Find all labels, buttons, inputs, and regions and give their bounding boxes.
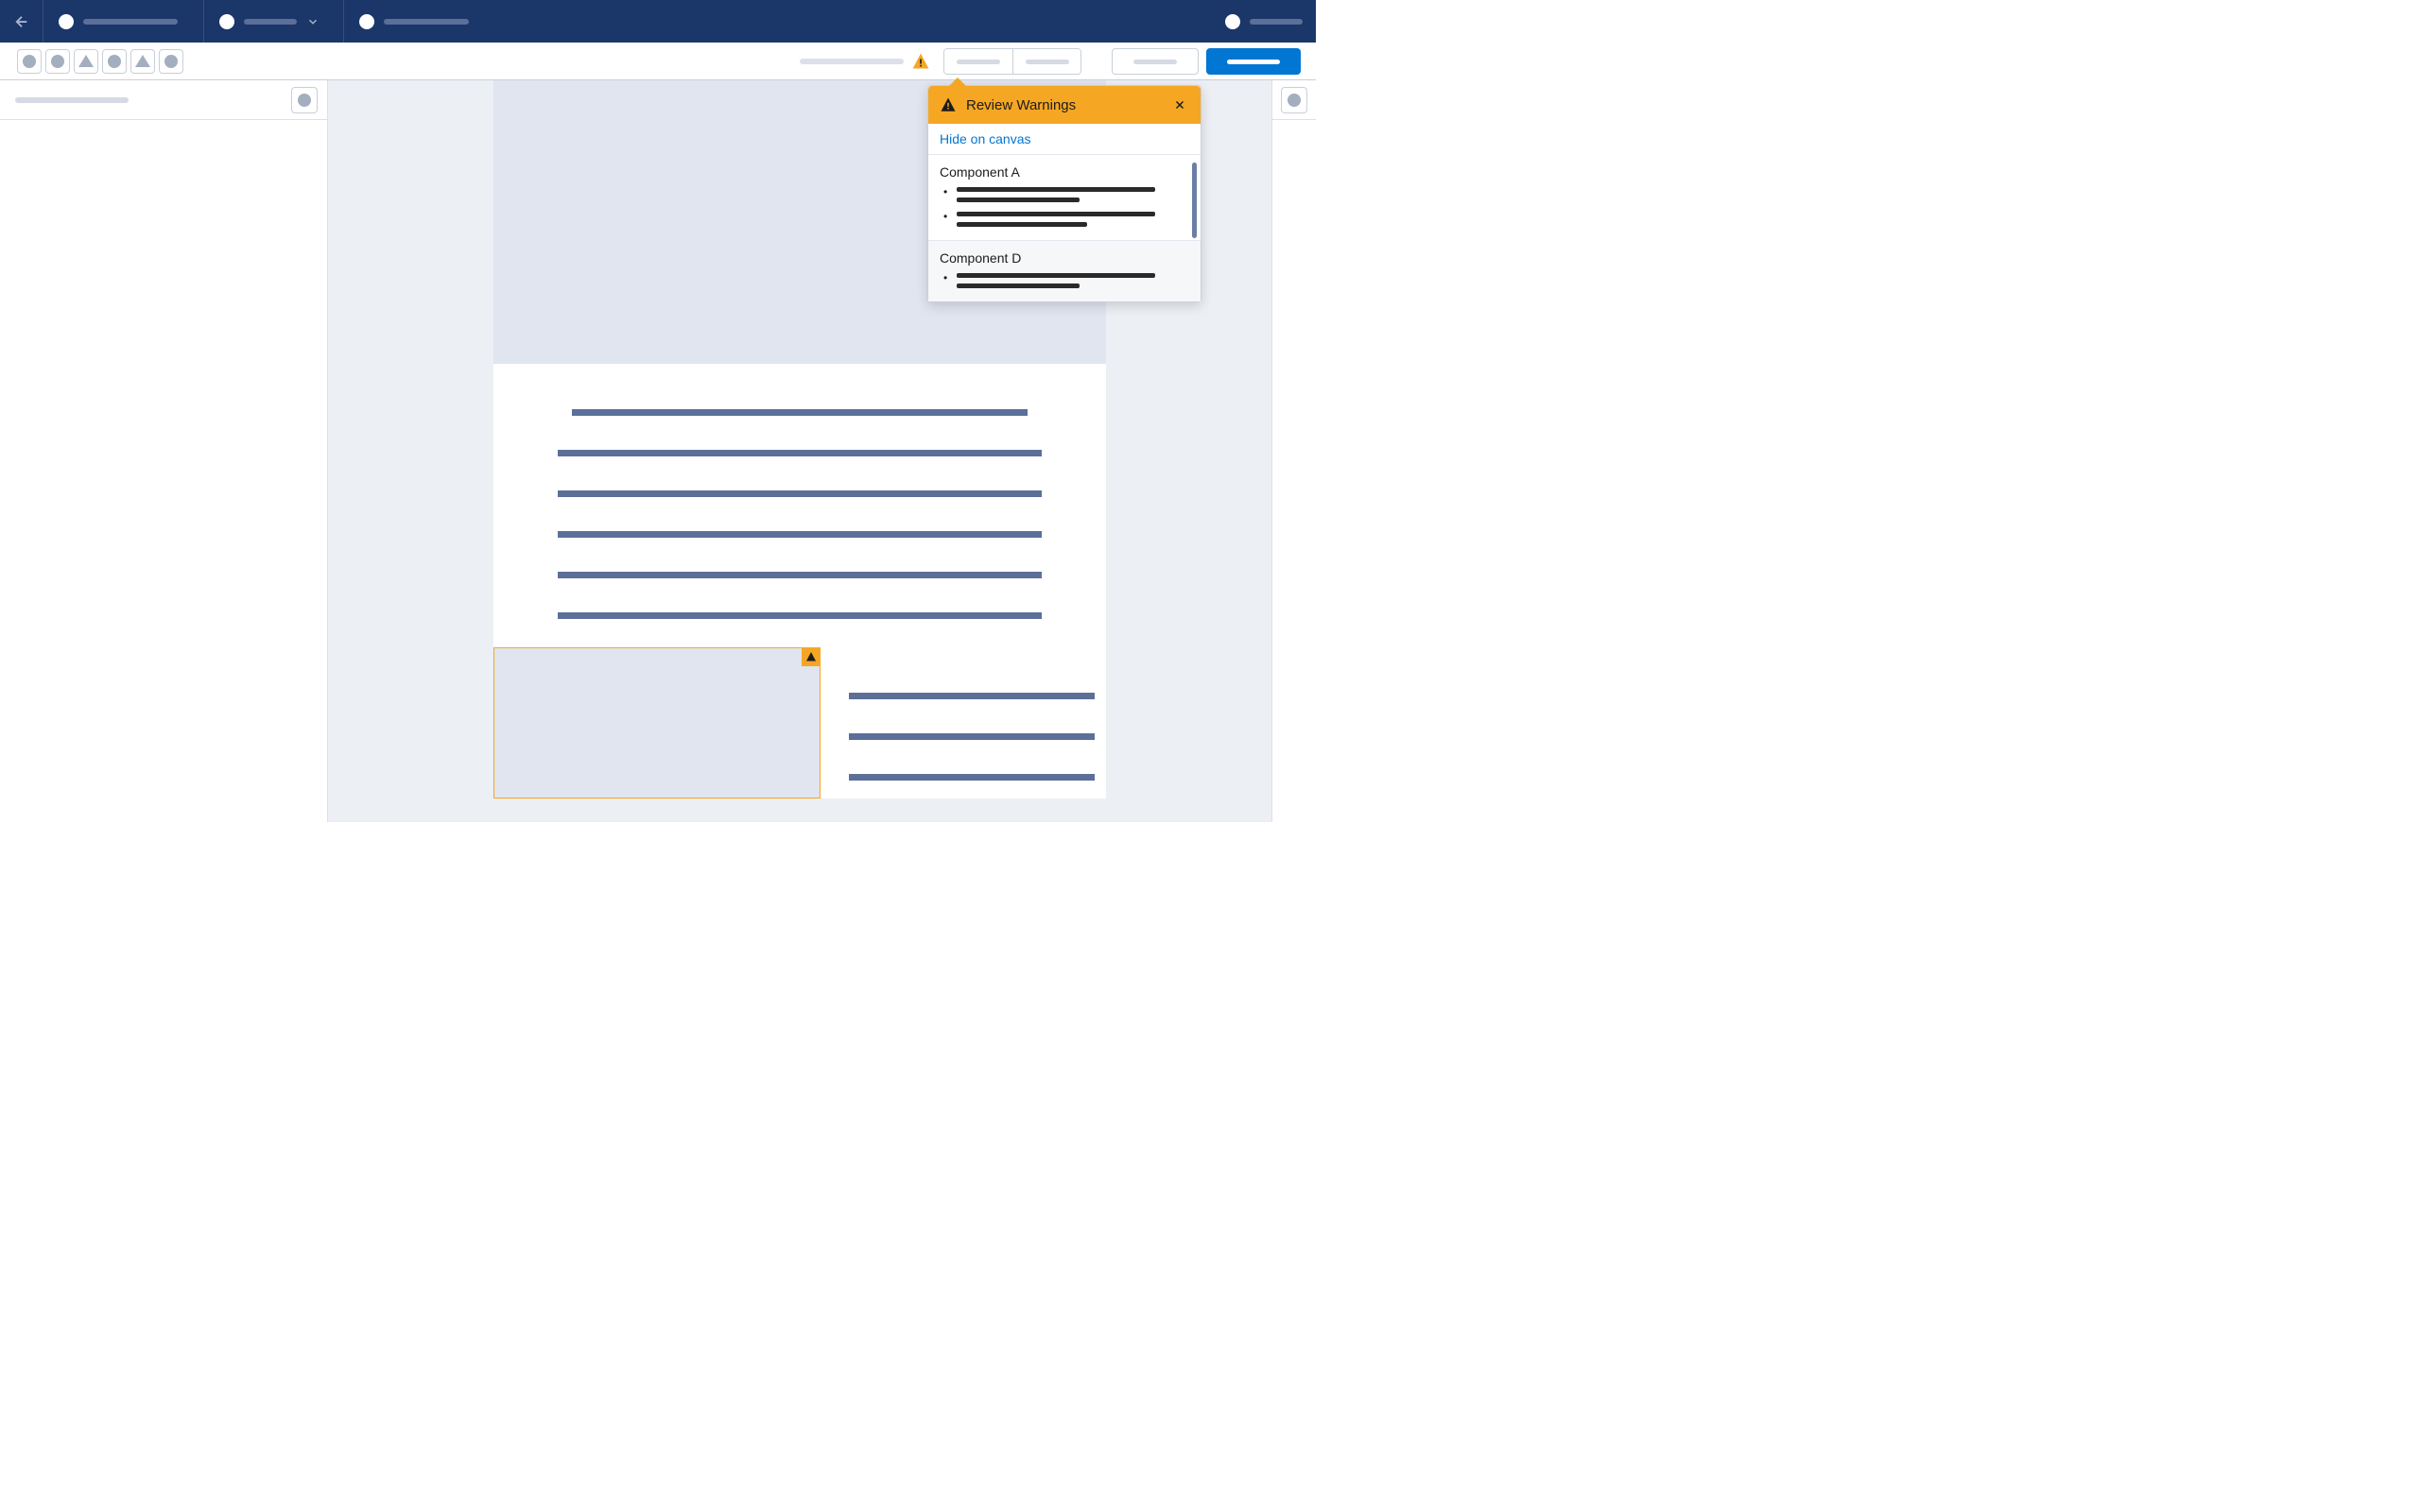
- content-line: [849, 693, 1095, 699]
- triangle-icon: [135, 55, 150, 67]
- popover-title: Review Warnings: [966, 97, 1161, 113]
- popover-close-button[interactable]: [1170, 95, 1189, 114]
- nav-tab-2[interactable]: [204, 0, 344, 43]
- segmented-control: [943, 48, 1081, 75]
- content-line: [558, 490, 1042, 497]
- panel-toggle-button[interactable]: [1281, 87, 1307, 113]
- tool-button-5[interactable]: [130, 49, 155, 74]
- close-icon: [1173, 98, 1186, 112]
- tab-icon: [219, 14, 234, 29]
- toolbar-right: [800, 43, 1301, 80]
- tool-button-4[interactable]: [102, 49, 127, 74]
- popover-header: Review Warnings: [928, 86, 1201, 124]
- tool-button-1[interactable]: [17, 49, 42, 74]
- user-avatar[interactable]: [1225, 14, 1240, 29]
- content-line: [849, 733, 1095, 740]
- warning-text-line: [957, 212, 1155, 216]
- text-block[interactable]: [493, 364, 1106, 647]
- secondary-action-button[interactable]: [1112, 48, 1199, 75]
- nav-tab-1[interactable]: [43, 0, 204, 43]
- nav-tab-3[interactable]: [344, 0, 484, 43]
- warning-text-line: [957, 284, 1080, 288]
- content-line: [558, 572, 1042, 578]
- tab-label: [83, 19, 178, 25]
- tab-label: [244, 19, 297, 25]
- panel-action-button[interactable]: [291, 87, 318, 113]
- popover-arrow: [949, 77, 966, 86]
- circle-icon: [23, 55, 36, 68]
- warning-text-line: [957, 187, 1155, 192]
- top-bar-right: [1212, 0, 1316, 43]
- warning-section-component-d[interactable]: Component D •: [928, 241, 1201, 301]
- circle-icon: [51, 55, 64, 68]
- warning-section-title: Component D: [940, 250, 1189, 266]
- component-with-warning[interactable]: [493, 647, 821, 799]
- chevron-down-icon: [306, 15, 320, 28]
- content-line: [558, 450, 1042, 456]
- tab-label: [384, 19, 469, 25]
- warning-icon[interactable]: [911, 52, 930, 71]
- circle-icon: [1288, 94, 1301, 107]
- warnings-popover: Review Warnings Hide on canvas Component…: [927, 85, 1201, 302]
- warning-text-line: [957, 273, 1155, 278]
- content-line: [572, 409, 1027, 416]
- tool-button-3[interactable]: [74, 49, 98, 74]
- back-arrow-icon: [13, 13, 30, 30]
- warning-section-title: Component A: [940, 164, 1189, 180]
- tab-icon: [59, 14, 74, 29]
- warning-section-component-a[interactable]: Component A • •: [928, 155, 1201, 241]
- warning-text-line: [957, 222, 1087, 227]
- content-line: [558, 531, 1042, 538]
- right-panel-header: [1272, 80, 1316, 120]
- bullet-icon: •: [943, 187, 947, 202]
- circle-icon: [164, 55, 178, 68]
- circle-icon: [298, 94, 311, 107]
- circle-icon: [108, 55, 121, 68]
- right-panel: [1271, 80, 1316, 822]
- segment-2[interactable]: [1012, 49, 1080, 74]
- two-column-row: [493, 647, 1106, 799]
- primary-action-button[interactable]: [1206, 48, 1301, 75]
- tool-button-2[interactable]: [45, 49, 70, 74]
- bullet-icon: •: [943, 273, 947, 288]
- warning-item: •: [940, 212, 1189, 227]
- right-column-text[interactable]: [821, 647, 1106, 799]
- warning-text-line: [957, 198, 1080, 202]
- content-line: [558, 612, 1042, 619]
- bullet-icon: •: [943, 212, 947, 227]
- warning-icon: [940, 96, 957, 113]
- component-warning-badge[interactable]: [802, 647, 821, 666]
- tool-button-6[interactable]: [159, 49, 183, 74]
- top-bar: [0, 0, 1316, 43]
- segment-1[interactable]: [944, 49, 1012, 74]
- user-label: [1250, 19, 1303, 25]
- warning-item: •: [940, 273, 1189, 288]
- scrollbar-thumb[interactable]: [1192, 163, 1197, 238]
- status-text: [800, 59, 904, 64]
- triangle-icon: [78, 55, 94, 67]
- warning-icon: [805, 651, 817, 662]
- tab-icon: [359, 14, 374, 29]
- content-line: [849, 774, 1095, 781]
- left-panel-header: [0, 80, 327, 120]
- left-panel: [0, 80, 328, 822]
- hide-on-canvas-link[interactable]: Hide on canvas: [928, 124, 1201, 155]
- back-button[interactable]: [0, 0, 43, 43]
- warning-item: •: [940, 187, 1189, 202]
- toolbar: [0, 43, 1316, 80]
- panel-title: [15, 97, 129, 103]
